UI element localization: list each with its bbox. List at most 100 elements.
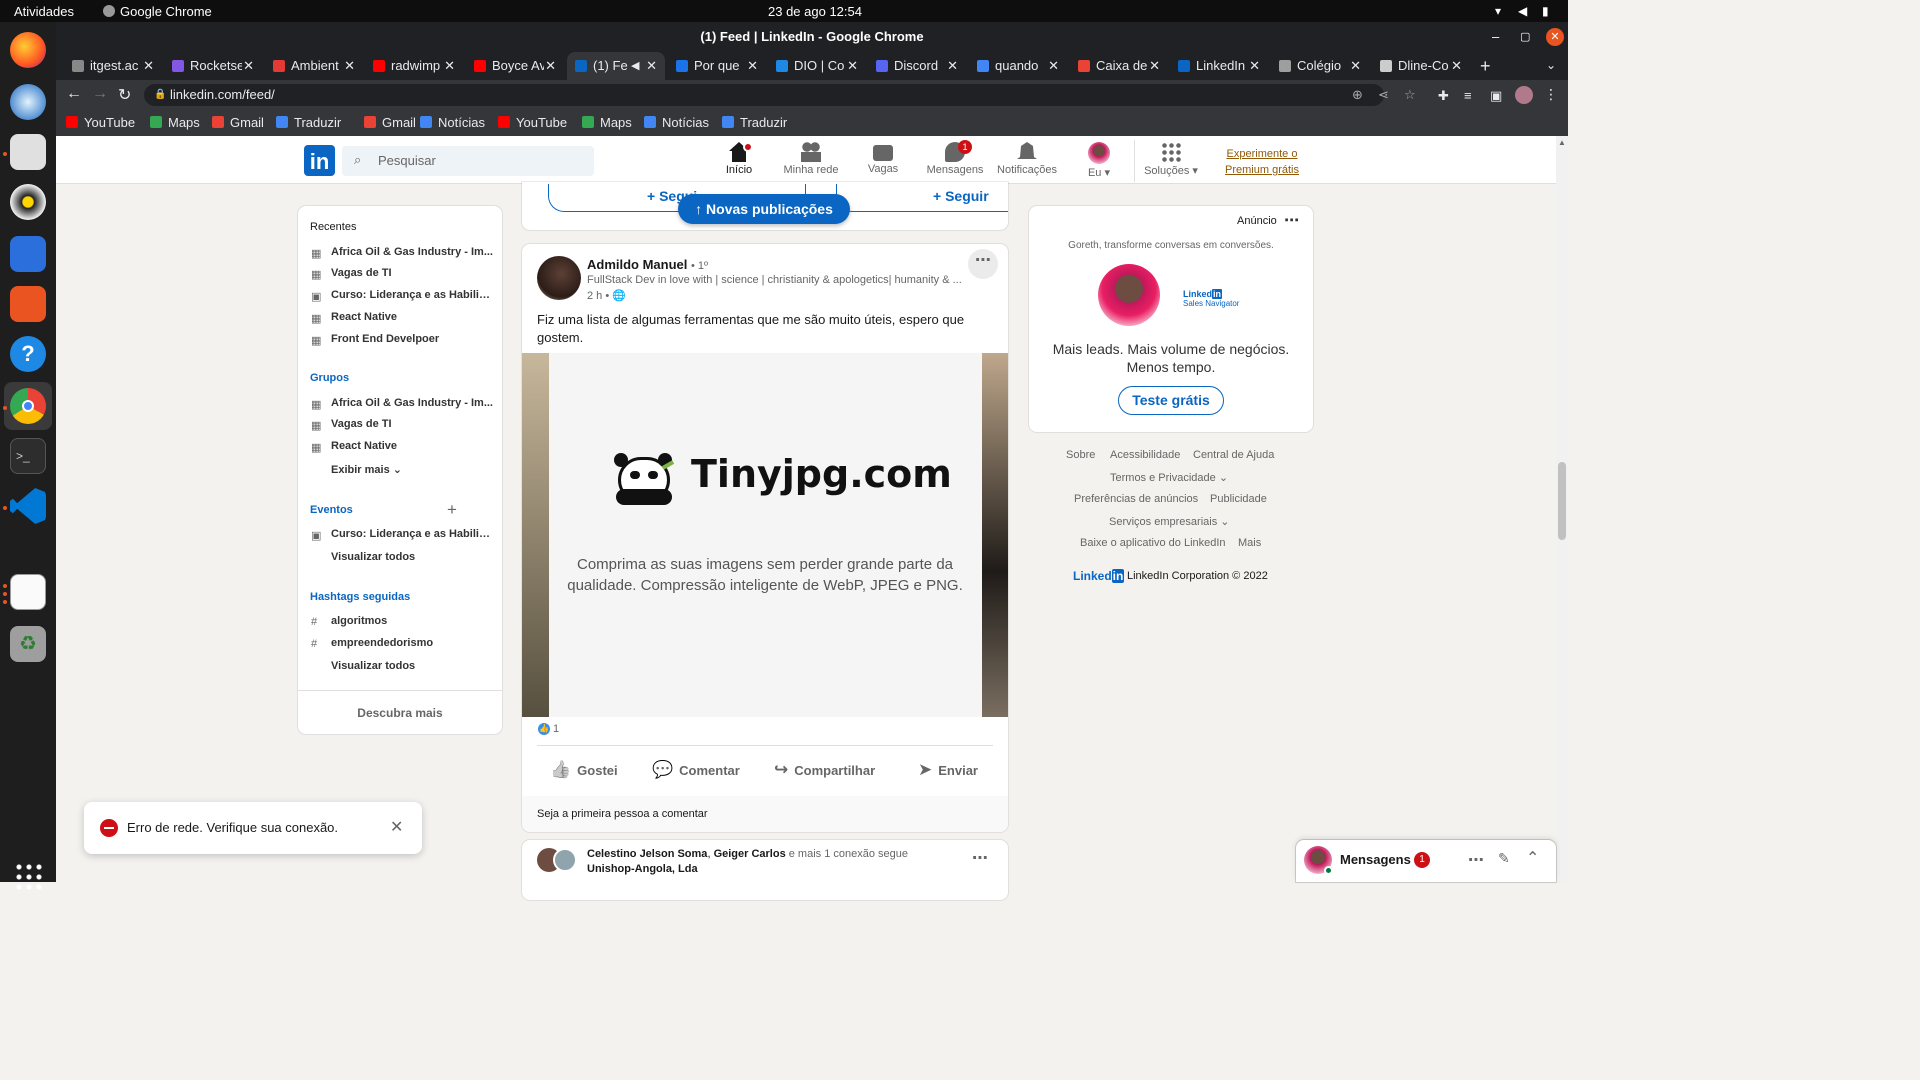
- tab-close-icon[interactable]: ✕: [847, 52, 858, 80]
- terminal-icon[interactable]: >_: [10, 438, 46, 474]
- tab-7[interactable]: Por que ✕: [668, 52, 766, 80]
- zoom-icon[interactable]: ⊕: [1352, 84, 1363, 106]
- close-window-icon[interactable]: ✕: [1546, 28, 1564, 46]
- add-event-icon[interactable]: +: [447, 500, 457, 520]
- show-apps-icon[interactable]: [14, 862, 42, 890]
- firefox-icon[interactable]: [10, 32, 46, 68]
- nav-1[interactable]: Início: [704, 142, 774, 176]
- connection-name-1[interactable]: Celestino Jelson Soma: [587, 848, 707, 860]
- trash-icon[interactable]: ♻: [10, 626, 46, 662]
- bookmark-star-icon[interactable]: ☆: [1404, 84, 1416, 106]
- tab-13[interactable]: Colégio ✕: [1271, 52, 1369, 80]
- messaging-more-icon[interactable]: ⋯: [1468, 850, 1484, 870]
- chrome-menu-icon[interactable]: ⋮: [1544, 86, 1558, 103]
- recent-item-5[interactable]: Front End Develpoer: [331, 333, 493, 345]
- like-reaction-icon[interactable]: 👍: [538, 723, 550, 735]
- vscode-icon[interactable]: [10, 488, 46, 524]
- tab-9[interactable]: Discord ✕: [868, 52, 966, 80]
- hashtag-item-1[interactable]: algoritmos: [331, 615, 493, 627]
- scrollbar-thumb[interactable]: [1558, 462, 1566, 540]
- author-avatar[interactable]: [537, 256, 581, 300]
- author-name[interactable]: Admildo Manuel: [587, 257, 687, 272]
- action-send-button[interactable]: ➤ Enviar: [918, 760, 978, 780]
- ad-label[interactable]: Anúncio: [1237, 215, 1277, 227]
- group-item-2[interactable]: Vagas de TI: [331, 418, 493, 430]
- chevron-up-icon[interactable]: ⌃: [1526, 848, 1539, 868]
- thunderbird-icon[interactable]: [10, 84, 46, 120]
- company-name[interactable]: Unishop-Angola, Lda: [587, 863, 698, 875]
- bookmark-2[interactable]: Maps: [150, 115, 200, 130]
- side-panel-icon[interactable]: ▣: [1490, 88, 1502, 104]
- tab-close-icon[interactable]: ✕: [444, 52, 455, 80]
- tab-8[interactable]: DIO | Co ✕: [768, 52, 866, 80]
- tab-close-icon[interactable]: ✕: [1350, 52, 1361, 80]
- bookmark-5[interactable]: Gmail: [364, 115, 416, 130]
- footer-link-about[interactable]: Sobre: [1066, 449, 1095, 461]
- clock[interactable]: 23 de ago 12:54: [768, 4, 862, 19]
- tab-10[interactable]: quando ✕: [969, 52, 1067, 80]
- connection-name-2[interactable]: Geiger Carlos: [714, 848, 786, 860]
- share-icon[interactable]: ⋖: [1378, 84, 1389, 106]
- app-name[interactable]: Google Chrome: [120, 4, 212, 19]
- footer-link-accessibility[interactable]: Acessibilidade: [1110, 449, 1180, 461]
- post-image[interactable]: Tinyjpg.com Comprima as suas imagens sem…: [522, 353, 1008, 717]
- discover-more-button[interactable]: Descubra mais: [298, 706, 502, 720]
- nav-4[interactable]: Mensagens 1: [920, 140, 990, 176]
- address-bar[interactable]: 🔒 linkedin.com/feed/ ⊕ ⋖ ☆: [144, 84, 1416, 106]
- tab-6[interactable]: (1) Fe ◀ ✕: [567, 52, 665, 80]
- messaging-bar[interactable]: Mensagens 1 ⋯ ✎ ⌃: [1296, 840, 1556, 882]
- close-toast-icon[interactable]: ✕: [390, 817, 403, 837]
- reaction-count[interactable]: 1: [553, 723, 559, 735]
- new-posts-button[interactable]: ↑ Novas publicações: [678, 194, 850, 224]
- nav-2[interactable]: Minha rede: [776, 142, 846, 176]
- bookmark-9[interactable]: Notícias: [644, 115, 709, 130]
- tab-close-icon[interactable]: ✕: [1249, 52, 1260, 80]
- tab-close-icon[interactable]: ✕: [344, 52, 355, 80]
- tab-close-icon[interactable]: ✕: [143, 52, 154, 80]
- bookmark-4[interactable]: Traduzir: [276, 115, 341, 130]
- tab-search-icon[interactable]: ⌄: [1546, 58, 1556, 72]
- new-tab-icon[interactable]: +: [1480, 56, 1491, 77]
- events-title[interactable]: Eventos: [310, 504, 353, 516]
- tab-close-icon[interactable]: ✕: [747, 52, 758, 80]
- bookmark-8[interactable]: Maps: [582, 115, 632, 130]
- group-item-1[interactable]: Africa Oil & Gas Industry - Im...: [331, 397, 493, 409]
- files-icon[interactable]: [10, 134, 46, 170]
- tab-5[interactable]: Boyce Av ✕: [466, 52, 564, 80]
- try-free-button[interactable]: Teste grátis: [1118, 386, 1224, 415]
- footer-link-advertising[interactable]: Publicidade: [1210, 493, 1267, 505]
- search-input[interactable]: ⌕ Pesquisar: [342, 146, 594, 176]
- recent-item-1[interactable]: Africa Oil & Gas Industry - Im...: [331, 246, 493, 258]
- ad-menu-icon[interactable]: ⋯: [1284, 211, 1299, 229]
- event-item-1[interactable]: Curso: Liderança e as Habilid...: [331, 528, 493, 540]
- next-post-menu-icon[interactable]: ⋯: [972, 848, 988, 868]
- bookmark-6[interactable]: Notícias: [420, 115, 485, 130]
- tab-4[interactable]: radwimp ✕: [365, 52, 463, 80]
- tab-close-icon[interactable]: ✕: [1149, 52, 1160, 80]
- rhythmbox-icon[interactable]: [10, 184, 46, 220]
- nav-3[interactable]: Vagas: [848, 142, 918, 175]
- lock-icon[interactable]: 🔒: [154, 84, 166, 106]
- groups-title[interactable]: Grupos: [310, 372, 349, 384]
- events-view-all[interactable]: Visualizar todos: [331, 551, 493, 563]
- footer-link-terms[interactable]: Termos e Privacidade ⌄: [1110, 471, 1228, 484]
- bookmark-10[interactable]: Traduzir: [722, 115, 787, 130]
- bookmark-1[interactable]: YouTube: [66, 115, 135, 130]
- extensions-icon[interactable]: ✚: [1438, 88, 1449, 104]
- linkedin-logo[interactable]: in: [304, 145, 335, 176]
- footer-link-help[interactable]: Central de Ajuda: [1193, 449, 1274, 461]
- volume-icon[interactable]: ◀: [1518, 4, 1527, 18]
- footer-link-more[interactable]: Mais: [1238, 537, 1261, 549]
- tab-close-icon[interactable]: ✕: [1048, 52, 1059, 80]
- profile-avatar[interactable]: [1515, 86, 1533, 104]
- nav-7[interactable]: Soluções ▾: [1136, 142, 1206, 177]
- show-more-button[interactable]: Exibir mais ⌄: [331, 463, 402, 476]
- recent-item-3[interactable]: Curso: Liderança e as Habilid...: [331, 289, 493, 301]
- tab-close-icon[interactable]: ✕: [243, 52, 254, 80]
- writer-icon[interactable]: [10, 236, 46, 272]
- minimize-icon[interactable]: –: [1492, 22, 1499, 52]
- tab-12[interactable]: LinkedIn ✕: [1170, 52, 1268, 80]
- tab-audio-icon[interactable]: ◀: [631, 52, 639, 80]
- hashtag-item-2[interactable]: empreendedorismo: [331, 637, 493, 649]
- document-viewer-icon[interactable]: [10, 574, 46, 610]
